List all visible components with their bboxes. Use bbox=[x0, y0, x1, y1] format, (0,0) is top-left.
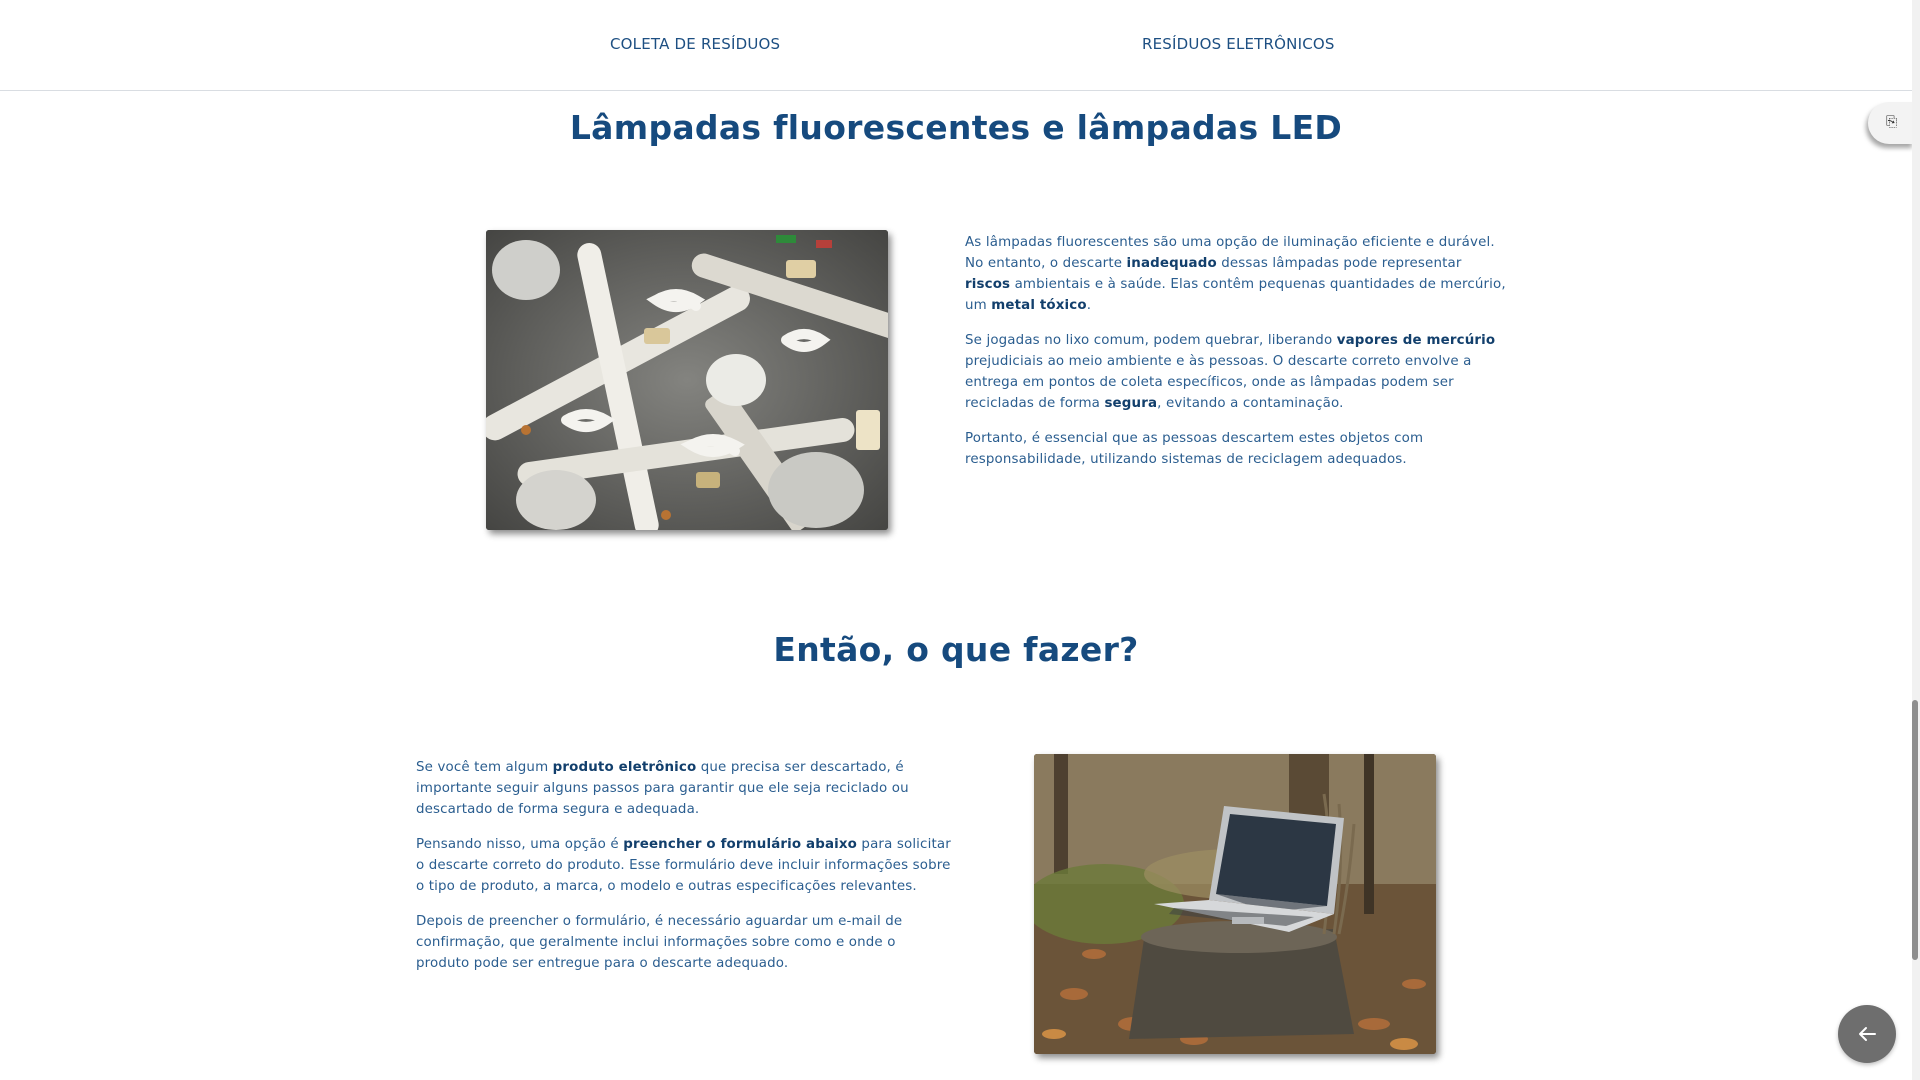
lamps-paragraph-3: Portanto, é essencial que as pessoas des… bbox=[965, 428, 1510, 470]
laptop-illustration bbox=[1034, 754, 1436, 1054]
translate-side-tab[interactable]: ⎘ bbox=[1868, 102, 1914, 144]
nav-link-coleta-de-residuos[interactable]: COLETA DE RESÍDUOS bbox=[610, 35, 780, 53]
emphasis-metal-toxico: metal tóxico bbox=[991, 298, 1087, 313]
emphasis-preencher-formulario: preencher o formulário abaixo bbox=[623, 837, 858, 852]
lamps-photo bbox=[486, 230, 888, 530]
top-navigation: COLETA DE RESÍDUOS RESÍDUOS ELETRÔNICOS bbox=[0, 0, 1912, 91]
text-segment: Depois de preencher o formulário, é nece… bbox=[416, 914, 903, 971]
emphasis-produto-eletronico: produto eletrônico bbox=[552, 760, 697, 775]
text-segment: Se você tem algum bbox=[416, 760, 553, 775]
section-title-o-que-fazer: Então, o que fazer? bbox=[773, 630, 1139, 669]
what-to-do-description: Se você tem algum produto eletrônico que… bbox=[416, 757, 951, 988]
back-button[interactable] bbox=[1838, 1005, 1896, 1063]
nav-link-residuos-eletronicos[interactable]: RESÍDUOS ELETRÔNICOS bbox=[1142, 35, 1335, 53]
scrollbar-thumb[interactable] bbox=[1912, 700, 1918, 960]
text-segment: Se jogadas no lixo comum, podem quebrar,… bbox=[965, 333, 1337, 348]
emphasis-vapores-de-mercurio: vapores de mercúrio bbox=[1336, 333, 1496, 348]
text-segment: Pensando nisso, uma opção é bbox=[416, 837, 624, 852]
text-segment: , evitando a contaminação. bbox=[1157, 396, 1344, 411]
what-to-do-paragraph-1: Se você tem algum produto eletrônico que… bbox=[416, 757, 951, 820]
lamps-paragraph-1: As lâmpadas fluorescentes são uma opção … bbox=[965, 232, 1510, 316]
emphasis-segura: segura bbox=[1104, 396, 1158, 411]
emphasis-riscos: riscos bbox=[965, 277, 1011, 292]
text-segment: dessas lâmpadas pode representar bbox=[1216, 256, 1462, 271]
text-segment: . bbox=[1086, 298, 1092, 313]
text-segment: Portanto, é essencial que as pessoas des… bbox=[965, 431, 1424, 467]
lamps-paragraph-2: Se jogadas no lixo comum, podem quebrar,… bbox=[965, 330, 1510, 414]
translate-icon: ⎘ bbox=[1886, 114, 1898, 130]
section-title-lampadas: Lâmpadas fluorescentes e lâmpadas LED bbox=[569, 108, 1343, 147]
what-to-do-paragraph-2: Pensando nisso, uma opção é preencher o … bbox=[416, 834, 951, 897]
lamps-illustration bbox=[486, 230, 888, 530]
emphasis-inadequado: inadequado bbox=[1126, 256, 1217, 271]
laptop-photo bbox=[1034, 754, 1436, 1054]
lamps-description: As lâmpadas fluorescentes são uma opção … bbox=[965, 232, 1510, 484]
page: COLETA DE RESÍDUOS RESÍDUOS ELETRÔNICOS … bbox=[0, 0, 1920, 1080]
arrow-left-icon bbox=[1859, 1027, 1876, 1041]
what-to-do-paragraph-3: Depois de preencher o formulário, é nece… bbox=[416, 911, 951, 974]
vertical-scrollbar[interactable] bbox=[1912, 0, 1920, 1080]
